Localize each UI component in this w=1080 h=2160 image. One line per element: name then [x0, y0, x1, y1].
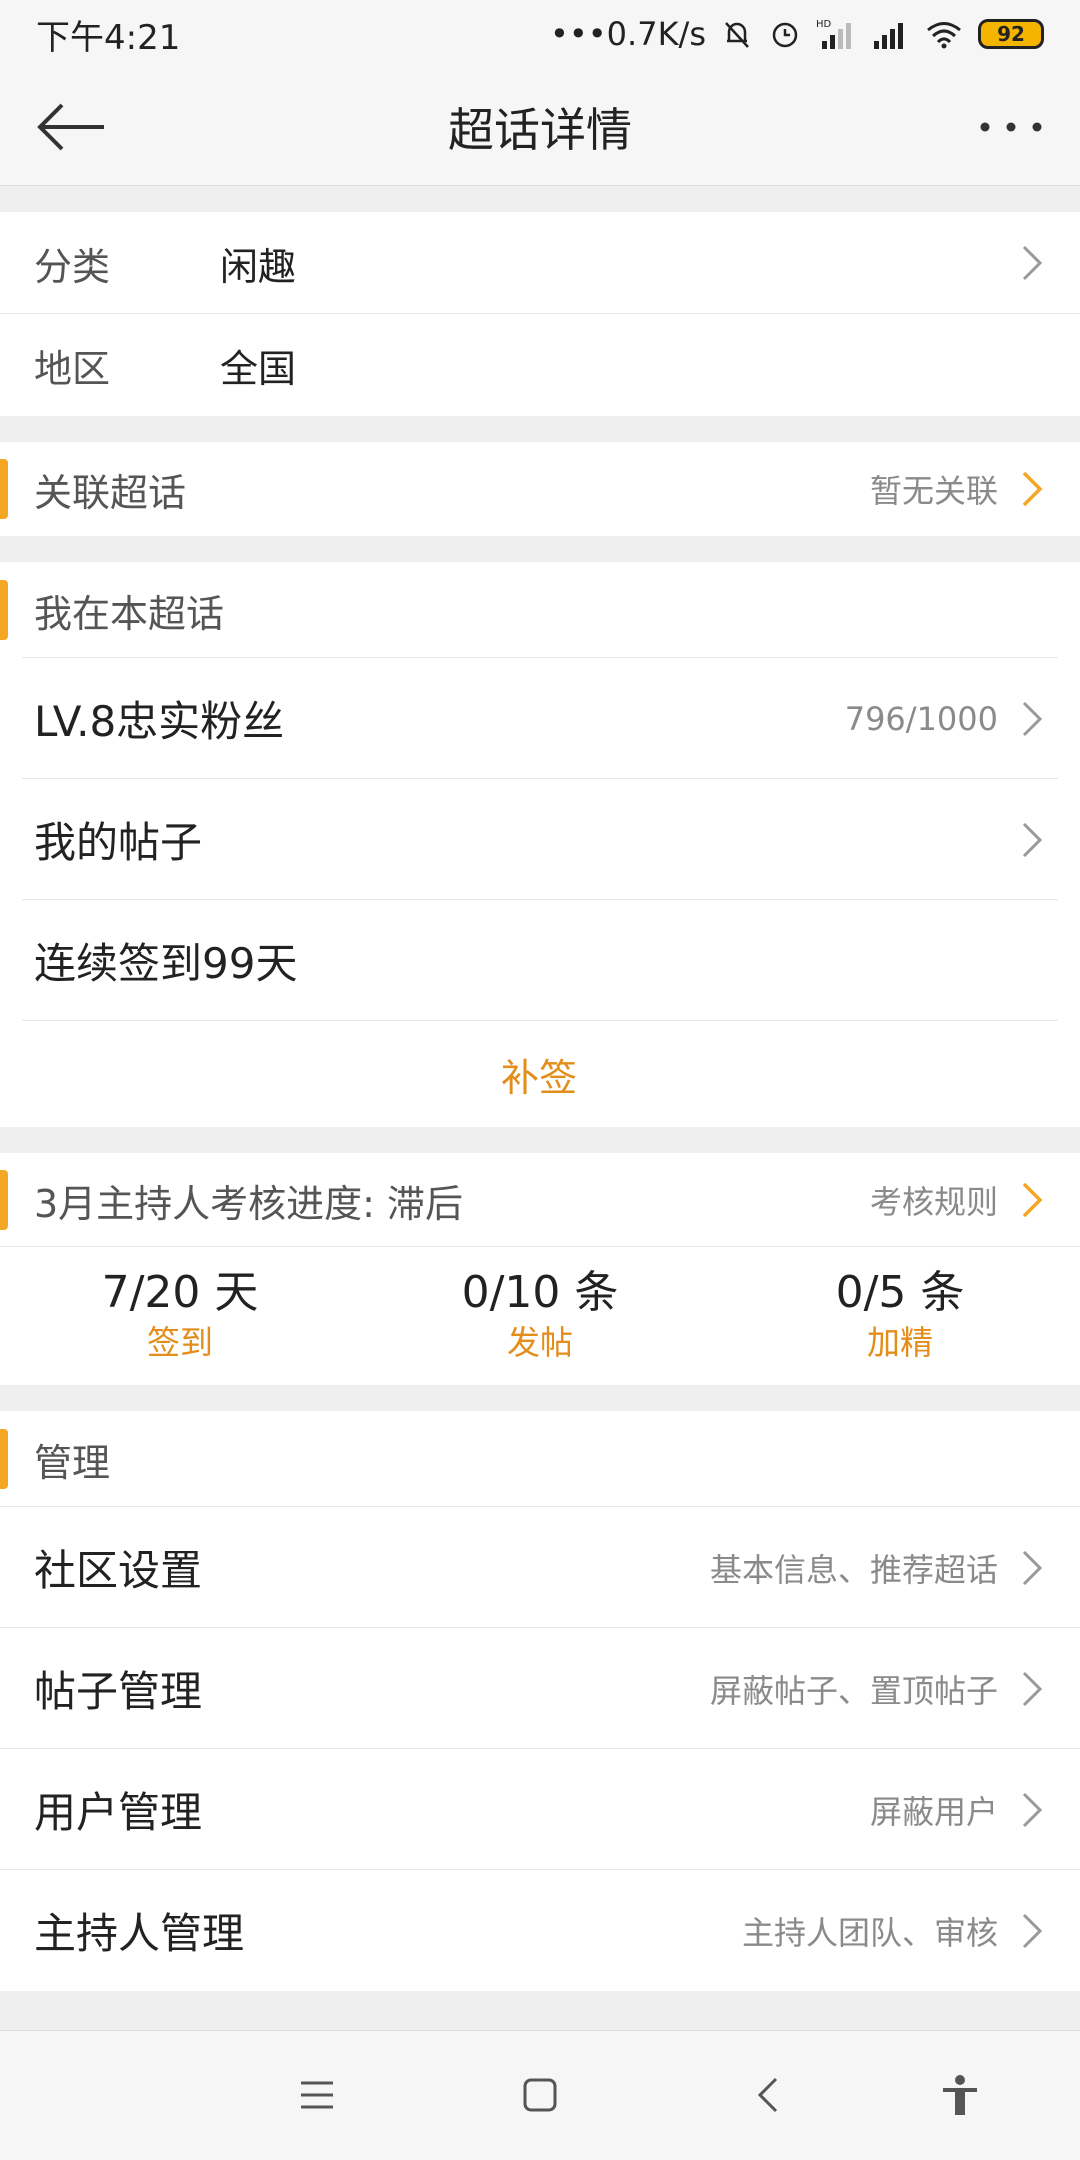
level-progress: 796/1000 [844, 699, 998, 738]
accessibility-icon [943, 2075, 977, 2115]
makeup-row: 补签 [0, 1021, 1080, 1127]
manage-item-desc: 主持人团队、审核 [741, 1913, 998, 1952]
manage-item-desc: 基本信息、推荐超话 [709, 1550, 998, 1589]
category-label: 分类 [34, 244, 111, 289]
chevron-right-icon [1022, 1550, 1043, 1585]
back-button[interactable] [36, 87, 116, 167]
category-row[interactable]: 分类 闲趣 [0, 212, 1080, 314]
mine-header-label: 我在本超话 [34, 591, 225, 636]
accent-bar [0, 459, 8, 519]
stat-posts: 0/10 条 发帖 [360, 1266, 720, 1366]
wifi-icon [927, 22, 961, 49]
system-back-button[interactable] [738, 2065, 798, 2125]
related-value: 暂无关联 [869, 472, 998, 510]
back-arrow-icon [37, 103, 104, 150]
stat-value: 0/5 条 [835, 1267, 965, 1318]
region-value: 全国 [220, 346, 297, 391]
stat-checkin: 7/20 天 签到 [0, 1266, 360, 1366]
region-row: 地区 全国 [0, 314, 1080, 416]
manage-item-host-management[interactable]: 主持人管理 主持人团队、审核 [0, 1870, 1080, 1991]
mine-header: 我在本超话 [0, 562, 1080, 658]
status-icons: •••0.7K/s HD 92 [550, 15, 1044, 53]
chevron-right-icon [1022, 1182, 1043, 1218]
system-nav-bar [0, 2030, 1080, 2160]
manage-header-label: 管理 [34, 1440, 111, 1485]
stat-label: 发帖 [507, 1323, 573, 1362]
more-button[interactable] [964, 87, 1044, 167]
accent-bar [0, 1429, 8, 1489]
chevron-right-icon [1022, 1671, 1043, 1706]
checkin-row: 连续签到99天 [0, 900, 1080, 1021]
manage-item-label: 用户管理 [34, 1788, 203, 1837]
more-icon [980, 122, 1042, 131]
manage-item-desc: 屏蔽用户 [869, 1792, 998, 1831]
manage-item-label: 帖子管理 [34, 1667, 203, 1716]
chevron-right-icon [1022, 1792, 1043, 1827]
battery-icon: 92 [978, 19, 1044, 49]
chevron-right-icon [1022, 245, 1043, 281]
stat-label: 签到 [147, 1323, 213, 1362]
mine-section: 我在本超话 LV.8忠实粉丝 796/1000 我的帖子 连续签到99天 补签 [0, 562, 1080, 1127]
stat-value: 7/20 天 [101, 1267, 259, 1318]
status-time: 下午4:21 [36, 17, 181, 58]
my-posts-label: 我的帖子 [34, 818, 203, 867]
nav-bar: 超话详情 [0, 68, 1080, 186]
related-label: 关联超话 [34, 470, 187, 515]
region-label: 地区 [34, 346, 111, 391]
category-value: 闲趣 [220, 244, 297, 289]
menu-icon [301, 2081, 333, 2109]
home-button[interactable] [510, 2065, 570, 2125]
chevron-right-icon [1022, 471, 1043, 507]
review-rules-link[interactable]: 考核规则 [870, 1177, 998, 1223]
checkin-label: 连续签到99天 [34, 939, 298, 988]
accent-bar [0, 1170, 8, 1230]
page: 下午4:21 •••0.7K/s HD 92 超话详情 分类 闲趣 地区 全国 … [0, 0, 1080, 2160]
page-title: 超话详情 [448, 102, 632, 157]
status-bar: 下午4:21 •••0.7K/s HD 92 [0, 0, 1080, 68]
host-review-stats: 7/20 天 签到 0/10 条 发帖 0/5 条 加精 [0, 1247, 1080, 1385]
manage-item-user-management[interactable]: 用户管理 屏蔽用户 [0, 1749, 1080, 1870]
stat-featured: 0/5 条 加精 [720, 1266, 1080, 1366]
accent-bar [0, 580, 8, 640]
manage-item-post-management[interactable]: 帖子管理 屏蔽帖子、置顶帖子 [0, 1628, 1080, 1749]
host-review-section: 3月主持人考核进度: 滞后 考核规则 7/20 天 签到 0/10 条 发帖 0… [0, 1153, 1080, 1385]
stat-value: 0/10 条 [461, 1267, 619, 1318]
accessibility-button[interactable] [930, 2065, 990, 2125]
chevron-right-icon [1022, 1913, 1043, 1948]
stat-label: 加精 [867, 1323, 933, 1362]
manage-item-label: 社区设置 [34, 1546, 203, 1595]
manage-section: 管理 社区设置 基本信息、推荐超话 帖子管理 屏蔽帖子、置顶帖子 用户管理 屏蔽… [0, 1411, 1080, 1991]
related-row[interactable]: 关联超话 暂无关联 [0, 442, 1080, 536]
alarm-icon [772, 22, 798, 48]
makeup-button[interactable]: 补签 [501, 1047, 577, 1102]
manage-item-label: 主持人管理 [34, 1909, 245, 1958]
manage-item-desc: 屏蔽帖子、置顶帖子 [709, 1671, 998, 1710]
my-posts-row[interactable]: 我的帖子 [0, 779, 1080, 900]
info-section: 分类 闲趣 地区 全国 [0, 212, 1080, 416]
level-row[interactable]: LV.8忠实粉丝 796/1000 [0, 658, 1080, 779]
manage-item-community-settings[interactable]: 社区设置 基本信息、推荐超话 [0, 1507, 1080, 1628]
menu-button[interactable] [287, 2065, 347, 2125]
hd-signal-icon: HD [816, 19, 851, 49]
host-review-header: 3月主持人考核进度: 滞后 考核规则 [0, 1153, 1080, 1247]
bell-muted-icon [725, 22, 749, 48]
related-section: 关联超话 暂无关联 [0, 442, 1080, 536]
signal-icon [874, 23, 903, 49]
back-chevron-icon [757, 2077, 778, 2113]
home-square-icon [523, 2078, 557, 2112]
chevron-right-icon [1022, 822, 1043, 857]
level-label: LV.8忠实粉丝 [34, 697, 285, 746]
manage-header: 管理 [0, 1411, 1080, 1507]
chevron-right-icon [1022, 701, 1043, 736]
network-speed: •••0.7K/s [550, 15, 706, 53]
host-review-title: 3月主持人考核进度: 滞后 [34, 1181, 464, 1226]
svg-text:HD: HD [816, 19, 832, 30]
